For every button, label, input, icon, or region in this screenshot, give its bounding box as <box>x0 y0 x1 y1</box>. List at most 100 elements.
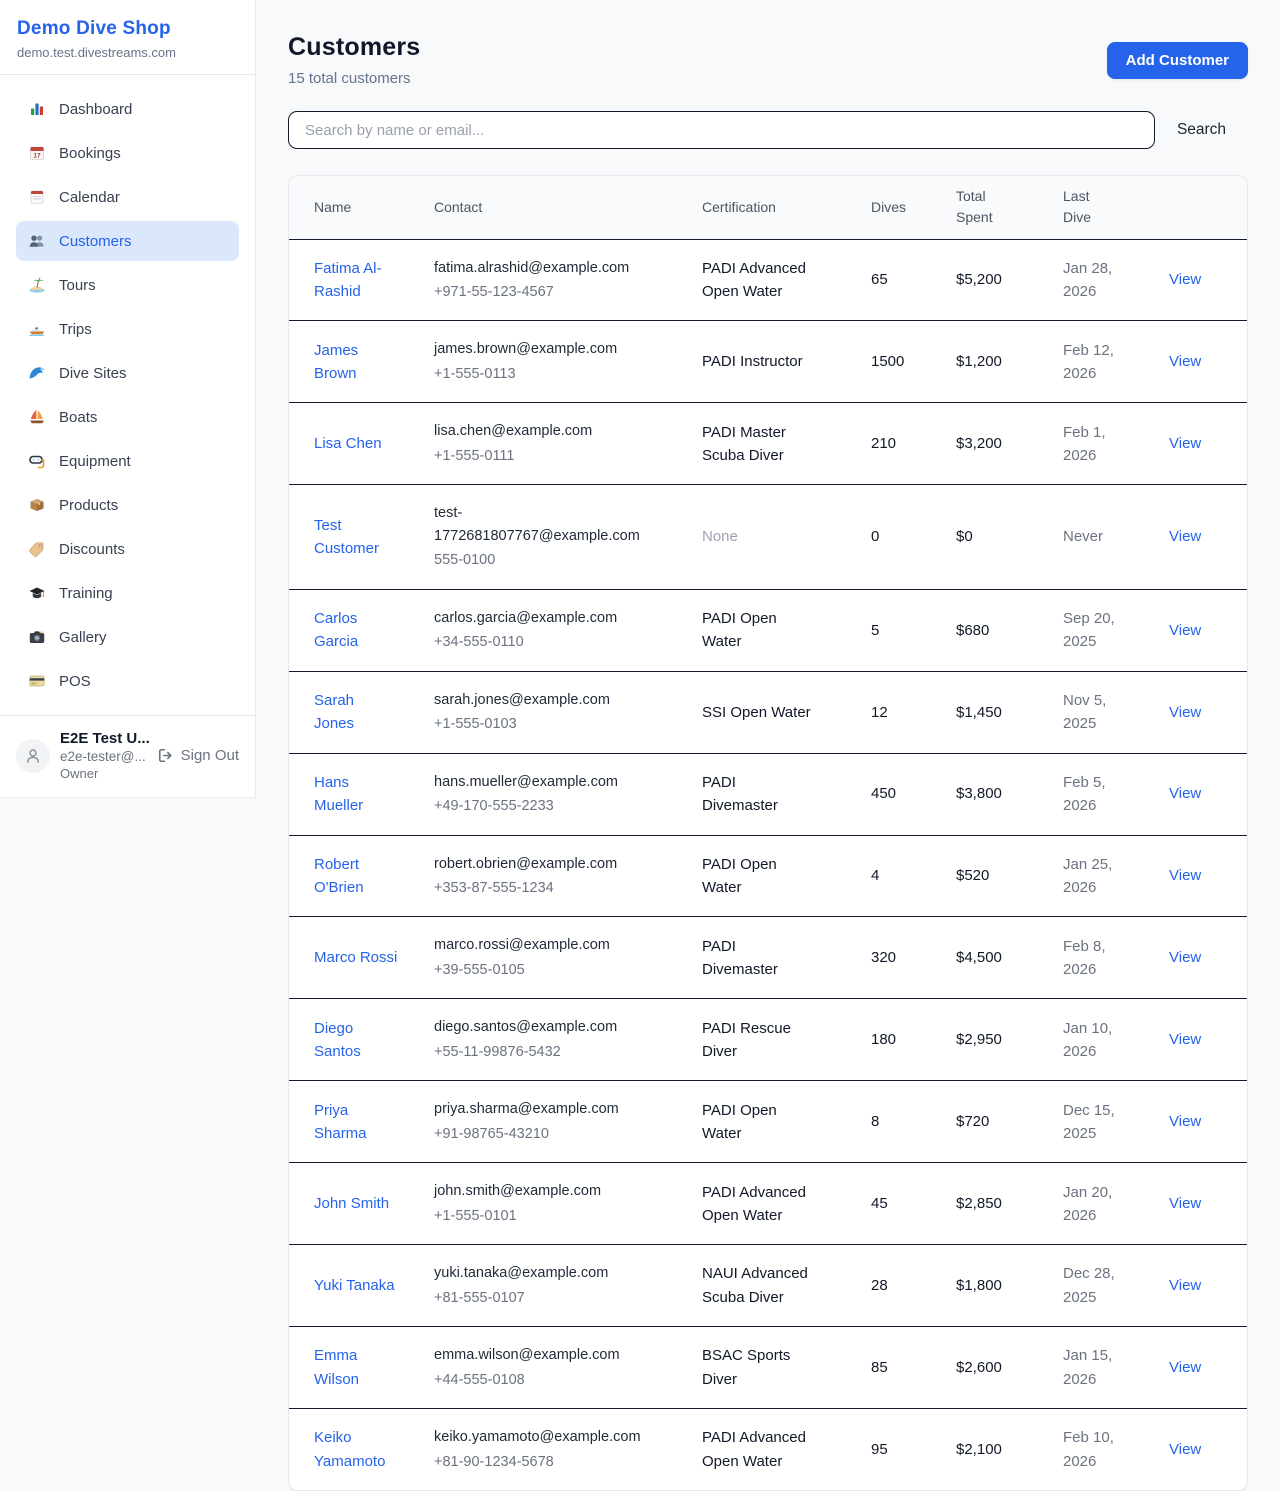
customer-name-link[interactable]: Sarah Jones <box>314 689 398 736</box>
shop-domain: demo.test.divestreams.com <box>17 45 239 60</box>
sign-out-button[interactable]: Sign Out <box>157 747 239 764</box>
search-button[interactable]: Search <box>1155 111 1248 149</box>
sidebar-item-label: Trips <box>59 321 92 338</box>
table-row: Diego Santosdiego.santos@example.com+55-… <box>289 999 1248 1081</box>
bookings-icon: 17 <box>28 144 46 162</box>
customer-name-link[interactable]: James Brown <box>314 339 398 386</box>
sidebar-item-bookings[interactable]: 17Bookings <box>16 133 239 173</box>
customer-email: keiko.yamamoto@example.com <box>434 1426 649 1448</box>
customer-certification: PADI Advanced Open Water <box>702 257 814 304</box>
customer-total-spent: $3,200 <box>956 403 1063 485</box>
view-customer-link[interactable]: View <box>1169 704 1201 721</box>
customer-certification: PADI Divemaster <box>702 935 814 982</box>
customers-table-card: NameContactCertificationDivesTotal Spent… <box>288 175 1248 1491</box>
customer-email: robert.obrien@example.com <box>434 853 649 875</box>
customer-name-link[interactable]: Carlos Garcia <box>314 607 398 654</box>
view-customer-link[interactable]: View <box>1169 1359 1201 1376</box>
sidebar-item-customers[interactable]: Customers <box>16 221 239 261</box>
view-customer-link[interactable]: View <box>1169 435 1201 452</box>
customer-name-link[interactable]: Keiko Yamamoto <box>314 1426 398 1473</box>
customer-certification: PADI Divemaster <box>702 771 814 818</box>
sidebar-item-tours[interactable]: Tours <box>16 265 239 305</box>
customer-phone: +1-555-0101 <box>434 1205 687 1227</box>
view-customer-link[interactable]: View <box>1169 1441 1201 1458</box>
sidebar-item-label: Tours <box>59 277 96 294</box>
sidebar-item-dashboard[interactable]: Dashboard <box>16 89 239 129</box>
view-customer-link[interactable]: View <box>1169 622 1201 639</box>
customer-dives: 4 <box>871 835 956 917</box>
equipment-icon <box>28 452 46 470</box>
table-header-row: NameContactCertificationDivesTotal Spent… <box>289 176 1248 239</box>
customer-certification: PADI Rescue Diver <box>702 1017 814 1064</box>
customer-name-link[interactable]: Fatima Al-Rashid <box>314 257 398 304</box>
customer-name-link[interactable]: Hans Mueller <box>314 771 398 818</box>
sidebar-item-trips[interactable]: Trips <box>16 309 239 349</box>
sidebar-item-label: Discounts <box>59 541 125 558</box>
search-bar: Search <box>288 111 1248 149</box>
shop-name[interactable]: Demo Dive Shop <box>17 18 239 40</box>
view-customer-link[interactable]: View <box>1169 1277 1201 1294</box>
sidebar-item-calendar[interactable]: Calendar <box>16 177 239 217</box>
customer-name-link[interactable]: John Smith <box>314 1192 389 1215</box>
customer-total-spent: $680 <box>956 589 1063 671</box>
customer-name-link[interactable]: Test Customer <box>314 514 398 561</box>
customer-total-spent: $0 <box>956 485 1063 589</box>
customer-email: lisa.chen@example.com <box>434 420 649 442</box>
customer-total-spent: $2,850 <box>956 1163 1063 1245</box>
customer-name-link[interactable]: Yuki Tanaka <box>314 1274 395 1297</box>
customer-name-link[interactable]: Emma Wilson <box>314 1344 398 1391</box>
view-customer-link[interactable]: View <box>1169 785 1201 802</box>
sidebar: Demo Dive Shop demo.test.divestreams.com… <box>0 0 256 798</box>
view-customer-link[interactable]: View <box>1169 528 1201 545</box>
customer-email: test-1772681807767@example.com <box>434 502 649 547</box>
sidebar-item-training[interactable]: Training <box>16 573 239 613</box>
search-input[interactable] <box>288 111 1155 149</box>
customer-email: carlos.garcia@example.com <box>434 607 649 629</box>
customer-dives: 8 <box>871 1081 956 1163</box>
view-customer-link[interactable]: View <box>1169 271 1201 288</box>
customer-name-link[interactable]: Lisa Chen <box>314 432 382 455</box>
sidebar-item-equipment[interactable]: Equipment <box>16 441 239 481</box>
sidebar-item-products[interactable]: Products <box>16 485 239 525</box>
view-customer-link[interactable]: View <box>1169 1195 1201 1212</box>
page-title: Customers <box>288 33 420 62</box>
view-customer-link[interactable]: View <box>1169 1113 1201 1130</box>
customer-dives: 45 <box>871 1163 956 1245</box>
customer-phone: +34-555-0110 <box>434 631 687 653</box>
customer-last-dive: Jan 10, 2026 <box>1063 1017 1133 1064</box>
svg-text:17: 17 <box>33 153 41 160</box>
view-customer-link[interactable]: View <box>1169 353 1201 370</box>
view-customer-link[interactable]: View <box>1169 1031 1201 1048</box>
customer-total-spent: $1,800 <box>956 1245 1063 1327</box>
customer-name-link[interactable]: Priya Sharma <box>314 1099 398 1146</box>
view-customer-link[interactable]: View <box>1169 949 1201 966</box>
customer-phone: +81-555-0107 <box>434 1287 687 1309</box>
table-row: Test Customer test-1772681807767@example.… <box>289 485 1248 589</box>
customer-dives: 450 <box>871 753 956 835</box>
boats-icon <box>28 408 46 426</box>
customer-name-link[interactable]: Marco Rossi <box>314 946 397 969</box>
column-header-total-spent: Total Spent <box>956 176 1063 239</box>
add-customer-button[interactable]: Add Customer <box>1107 42 1248 79</box>
sidebar-item-boats[interactable]: Boats <box>16 397 239 437</box>
customer-last-dive: Jan 28, 2026 <box>1063 257 1133 304</box>
table-row: James Brownjames.brown@example.com+1-555… <box>289 321 1248 403</box>
sidebar-item-pos[interactable]: POS <box>16 661 239 701</box>
sidebar-item-discounts[interactable]: Discounts <box>16 529 239 569</box>
customer-name-link[interactable]: Robert O'Brien <box>314 853 398 900</box>
calendar-icon <box>28 188 46 206</box>
customer-name-link[interactable]: Diego Santos <box>314 1017 398 1064</box>
table-row: Keiko Yamamoto keiko.yamamoto@example.com… <box>289 1409 1248 1490</box>
customer-email: james.brown@example.com <box>434 338 649 360</box>
customer-dives: 5 <box>871 589 956 671</box>
sidebar-item-dive-sites[interactable]: Dive Sites <box>16 353 239 393</box>
sidebar-item-gallery[interactable]: Gallery <box>16 617 239 657</box>
gallery-icon <box>28 628 46 646</box>
customer-email: emma.wilson@example.com <box>434 1344 649 1366</box>
view-customer-link[interactable]: View <box>1169 867 1201 884</box>
table-row: Yuki Tanaka yuki.tanaka@example.com +81-55… <box>289 1245 1248 1327</box>
customer-phone: +971-55-123-4567 <box>434 281 687 303</box>
user-name: E2E Test U... <box>60 730 147 747</box>
customer-email: yuki.tanaka@example.com <box>434 1262 649 1284</box>
shop-logo-block: Demo Dive Shop demo.test.divestreams.com <box>0 0 255 75</box>
